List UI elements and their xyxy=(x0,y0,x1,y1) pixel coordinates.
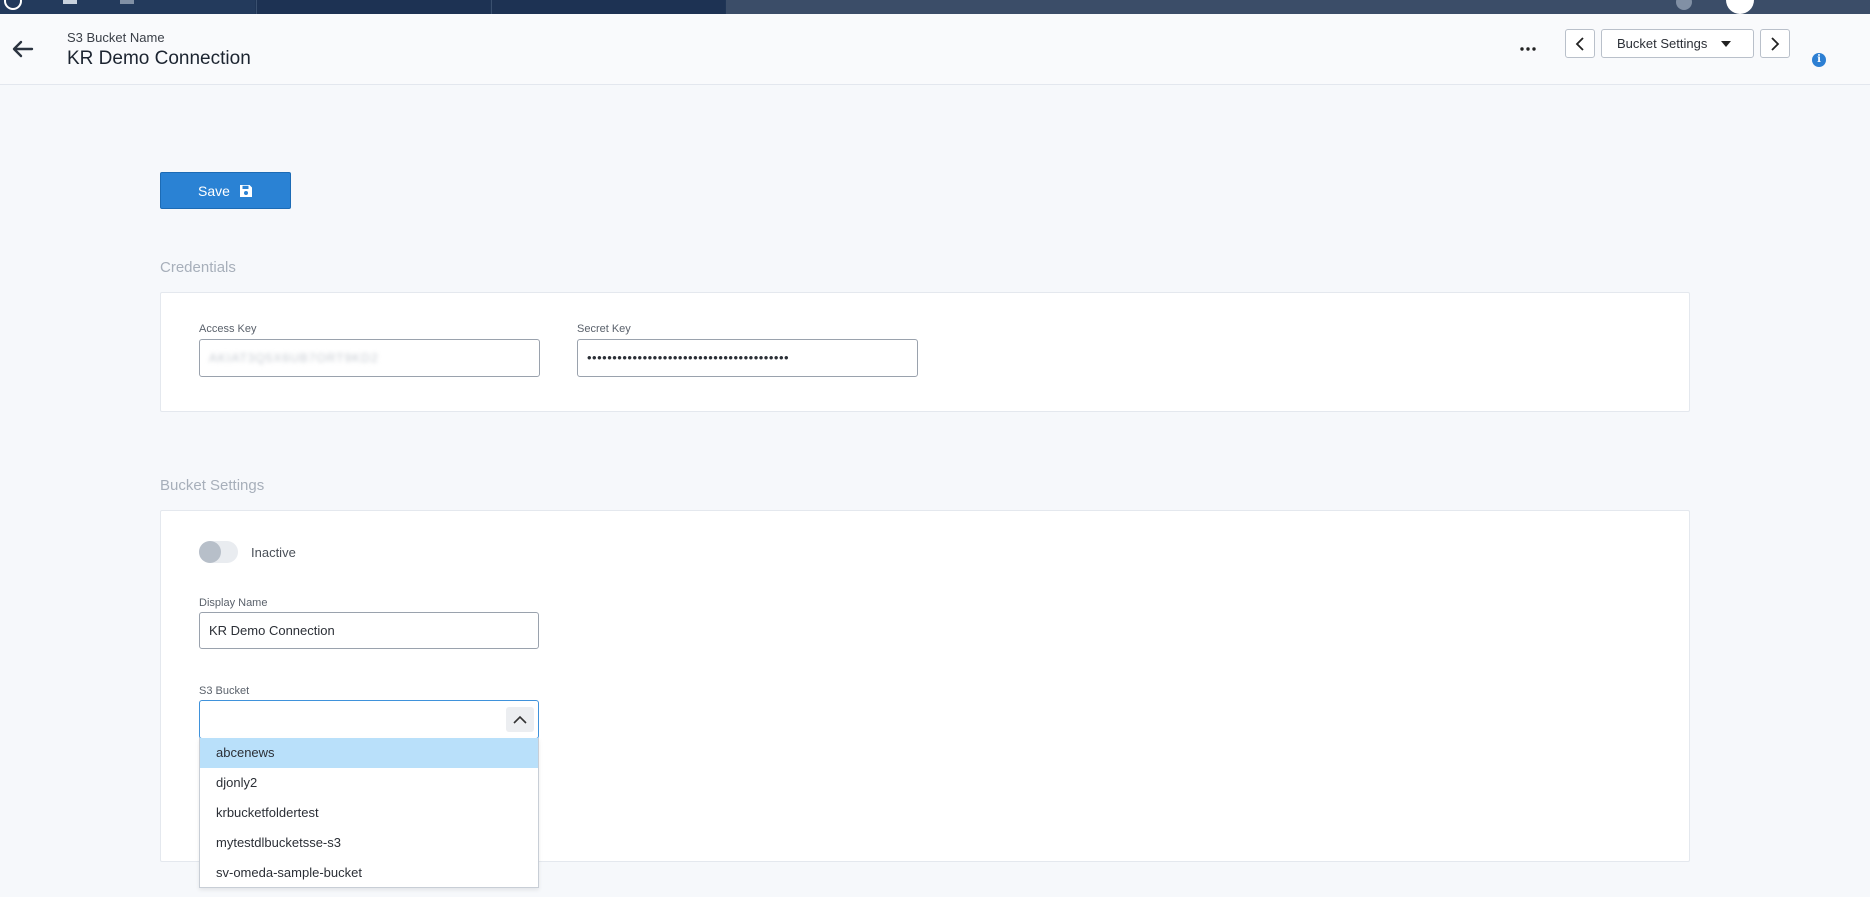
bucket-settings-heading: Bucket Settings xyxy=(160,477,265,494)
chevron-right-icon xyxy=(1771,36,1780,51)
display-name-value: KR Demo Connection xyxy=(209,623,335,638)
dropdown-option[interactable]: sv-omeda-sample-bucket xyxy=(200,858,538,888)
caret-down-icon xyxy=(1721,41,1731,47)
chevron-left-icon xyxy=(1575,36,1584,51)
section-select[interactable]: Bucket Settings xyxy=(1601,29,1754,58)
section-select-value: Bucket Settings xyxy=(1617,36,1708,51)
credentials-card: Access Key AKIAT3Q5X6UB7ORT9KD2 Secret K… xyxy=(160,292,1690,412)
dropdown-option[interactable]: mytestdlbucketsse-s3 xyxy=(200,828,538,858)
dropdown-option[interactable]: krbucketfoldertest xyxy=(200,798,538,828)
info-icon[interactable]: i xyxy=(1812,53,1826,67)
page-header: S3 Bucket Name KR Demo Connection Bucket… xyxy=(0,14,1870,85)
chevron-up-icon xyxy=(513,715,527,724)
s3-bucket-label: S3 Bucket xyxy=(199,685,250,697)
display-name-field[interactable]: KR Demo Connection xyxy=(199,612,539,649)
toggle-knob xyxy=(199,541,221,563)
top-navigation-bar xyxy=(0,0,1870,14)
more-horizontal-icon xyxy=(1520,47,1536,51)
credentials-heading: Credentials xyxy=(160,259,236,276)
nav-segment[interactable] xyxy=(256,0,490,14)
arrow-left-icon xyxy=(12,40,34,58)
page-subtitle: S3 Bucket Name xyxy=(67,30,165,45)
nav-segment[interactable] xyxy=(491,0,725,14)
access-key-value: AKIAT3Q5X6UB7ORT9KD2 xyxy=(209,351,379,365)
s3-bucket-select[interactable] xyxy=(199,700,539,739)
access-key-label: Access Key xyxy=(199,323,257,335)
s3-bucket-dropdown: abcenews djonly2 krbucketfoldertest myte… xyxy=(199,738,539,888)
save-button[interactable]: Save xyxy=(160,172,291,209)
active-toggle-label: Inactive xyxy=(251,545,296,560)
app-icon[interactable] xyxy=(120,0,134,4)
dropdown-option[interactable]: abcenews xyxy=(200,738,538,768)
previous-section-button[interactable] xyxy=(1565,29,1595,58)
floppy-disk-icon xyxy=(239,184,252,197)
secret-key-value: •••••••••••••••••••••••••••••••••••••••• xyxy=(587,350,790,365)
dropdown-option[interactable]: djonly2 xyxy=(200,768,538,798)
s3-bucket-toggle-button[interactable] xyxy=(506,707,534,732)
more-options-button[interactable] xyxy=(1515,36,1541,62)
access-key-field[interactable]: AKIAT3Q5X6UB7ORT9KD2 xyxy=(199,339,540,377)
back-button[interactable] xyxy=(10,36,36,62)
nav-segment xyxy=(726,0,1870,14)
page-title: KR Demo Connection xyxy=(67,48,251,69)
next-section-button[interactable] xyxy=(1760,29,1790,58)
secret-key-field[interactable]: •••••••••••••••••••••••••••••••••••••••• xyxy=(577,339,918,377)
menu-icon[interactable] xyxy=(63,0,77,4)
secret-key-label: Secret Key xyxy=(577,323,631,335)
save-button-label: Save xyxy=(198,182,230,199)
active-toggle[interactable] xyxy=(199,541,238,563)
display-name-label: Display Name xyxy=(199,597,268,609)
